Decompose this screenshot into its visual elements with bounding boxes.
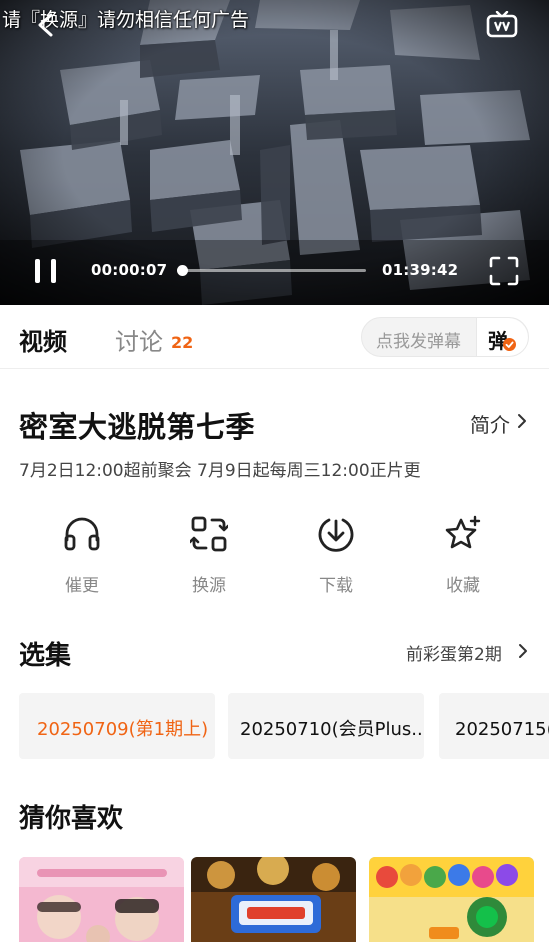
episode-label: 20250709(第1期上) bbox=[37, 719, 209, 740]
headphones-icon bbox=[64, 517, 100, 551]
danmaku-input[interactable]: 点我发弹幕 弹 bbox=[361, 317, 529, 357]
show-schedule: 7月2日12:00超前聚会 7月9日起每周三12:00正片更 bbox=[19, 461, 421, 481]
episode-card[interactable]: 20250715(超 bbox=[439, 693, 549, 759]
tab-video[interactable]: 视频 bbox=[19, 322, 67, 357]
total-time: 01:39:42 bbox=[382, 261, 459, 279]
recommendation-thumbnail[interactable] bbox=[369, 857, 534, 942]
chevron-right-icon[interactable] bbox=[515, 413, 529, 429]
video-player[interactable]: 请『换源』请勿相信任何广告 00:00:07 01:39:42 bbox=[0, 0, 549, 305]
episodes-title: 选集 bbox=[19, 641, 72, 671]
episode-label: 20250715(超 bbox=[455, 719, 549, 740]
pause-icon[interactable] bbox=[31, 256, 61, 286]
urge-update-button[interactable]: 催更 bbox=[42, 515, 122, 596]
action-label: 催更 bbox=[65, 576, 99, 596]
download-button[interactable]: 下载 bbox=[296, 515, 376, 596]
current-time: 00:00:07 bbox=[91, 261, 168, 279]
action-label: 下载 bbox=[319, 576, 353, 596]
tab-bar: 视频 讨论 22 点我发弹幕 弹 bbox=[0, 305, 549, 369]
switch-source-button[interactable]: 换源 bbox=[169, 515, 249, 596]
star-icon bbox=[445, 515, 481, 549]
danmaku-on-icon bbox=[503, 338, 516, 351]
intro-link[interactable]: 简介 bbox=[470, 409, 510, 438]
discussion-count-badge: 22 bbox=[171, 333, 194, 352]
episodes-more-link[interactable]: 前彩蛋第2期 bbox=[406, 640, 502, 665]
show-title: 密室大逃脱第七季 bbox=[19, 410, 256, 444]
video-frame bbox=[0, 0, 549, 305]
action-label: 换源 bbox=[192, 576, 226, 596]
episode-card[interactable]: 20250709(第1期上) bbox=[19, 693, 215, 759]
episode-card[interactable]: 20250710(会员Plus... bbox=[228, 693, 424, 759]
chevron-right-icon[interactable] bbox=[517, 643, 529, 659]
action-label: 收藏 bbox=[446, 576, 480, 596]
switch-source-icon bbox=[190, 516, 228, 552]
danmaku-toggle-button[interactable]: 弹 bbox=[476, 318, 528, 356]
danmaku-placeholder: 点我发弹幕 bbox=[376, 332, 461, 352]
download-icon bbox=[318, 518, 354, 552]
recommendation-thumbnail[interactable] bbox=[191, 857, 356, 942]
favorite-button[interactable]: 收藏 bbox=[423, 515, 503, 596]
episode-label: 20250710(会员Plus... bbox=[240, 719, 424, 740]
progress-bar[interactable] bbox=[177, 265, 366, 276]
tab-discussion[interactable]: 讨论 bbox=[115, 322, 163, 357]
fullscreen-icon[interactable] bbox=[488, 255, 520, 287]
recommendation-thumbnail[interactable] bbox=[19, 857, 184, 942]
recommendations-title: 猜你喜欢 bbox=[19, 804, 124, 834]
back-arrow-icon[interactable] bbox=[34, 12, 58, 38]
tv-cast-icon[interactable] bbox=[486, 11, 518, 39]
